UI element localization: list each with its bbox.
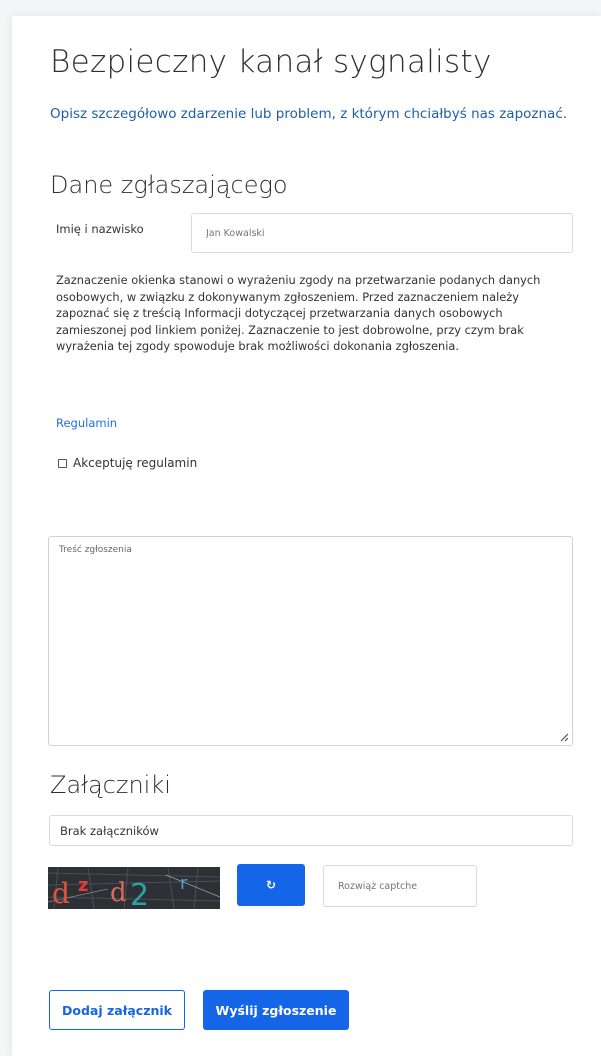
name-label: Imię i nazwisko [56,222,144,236]
name-input[interactable] [191,213,573,253]
accept-terms-checkbox[interactable] [58,458,67,468]
captcha-refresh-button[interactable]: ↻ [237,864,305,906]
form-card: Bezpieczny kanał sygnalisty Opisz szczeg… [12,16,601,1056]
attachments-list: Brak załączników [49,815,573,846]
report-content-textarea[interactable]: Treść zgłoszenia [48,536,573,746]
page-title: Bezpieczny kanał sygnalisty [50,44,492,80]
svg-text:d: d [52,877,70,909]
accept-terms-row[interactable]: Akceptuję regulamin [58,456,197,470]
captcha-noise: d z d 2 r [48,867,220,909]
attachments-section-title: Załączniki [50,771,171,799]
add-attachment-button[interactable]: Dodaj załącznik [49,990,185,1030]
svg-text:2: 2 [130,878,149,909]
accept-terms-label: Akceptuję regulamin [73,456,198,470]
consent-text: Zaznaczenie okienka stanowi o wyrażeniu … [56,273,541,353]
resize-grip-icon[interactable] [559,732,569,742]
page-subtitle: Opisz szczegółowo zdarzenie lub problem,… [50,106,568,122]
svg-text:d: d [110,878,127,908]
submit-report-button[interactable]: Wyślij zgłoszenie [203,990,349,1030]
reporter-section-title: Dane zgłaszającego [50,171,288,199]
terms-link[interactable]: Regulamin [56,416,117,430]
svg-text:r: r [180,873,188,894]
captcha-image: d z d 2 r [48,867,220,909]
captcha-input[interactable] [323,865,477,907]
report-content-placeholder: Treść zgłoszenia [59,545,132,555]
svg-text:z: z [78,875,88,896]
